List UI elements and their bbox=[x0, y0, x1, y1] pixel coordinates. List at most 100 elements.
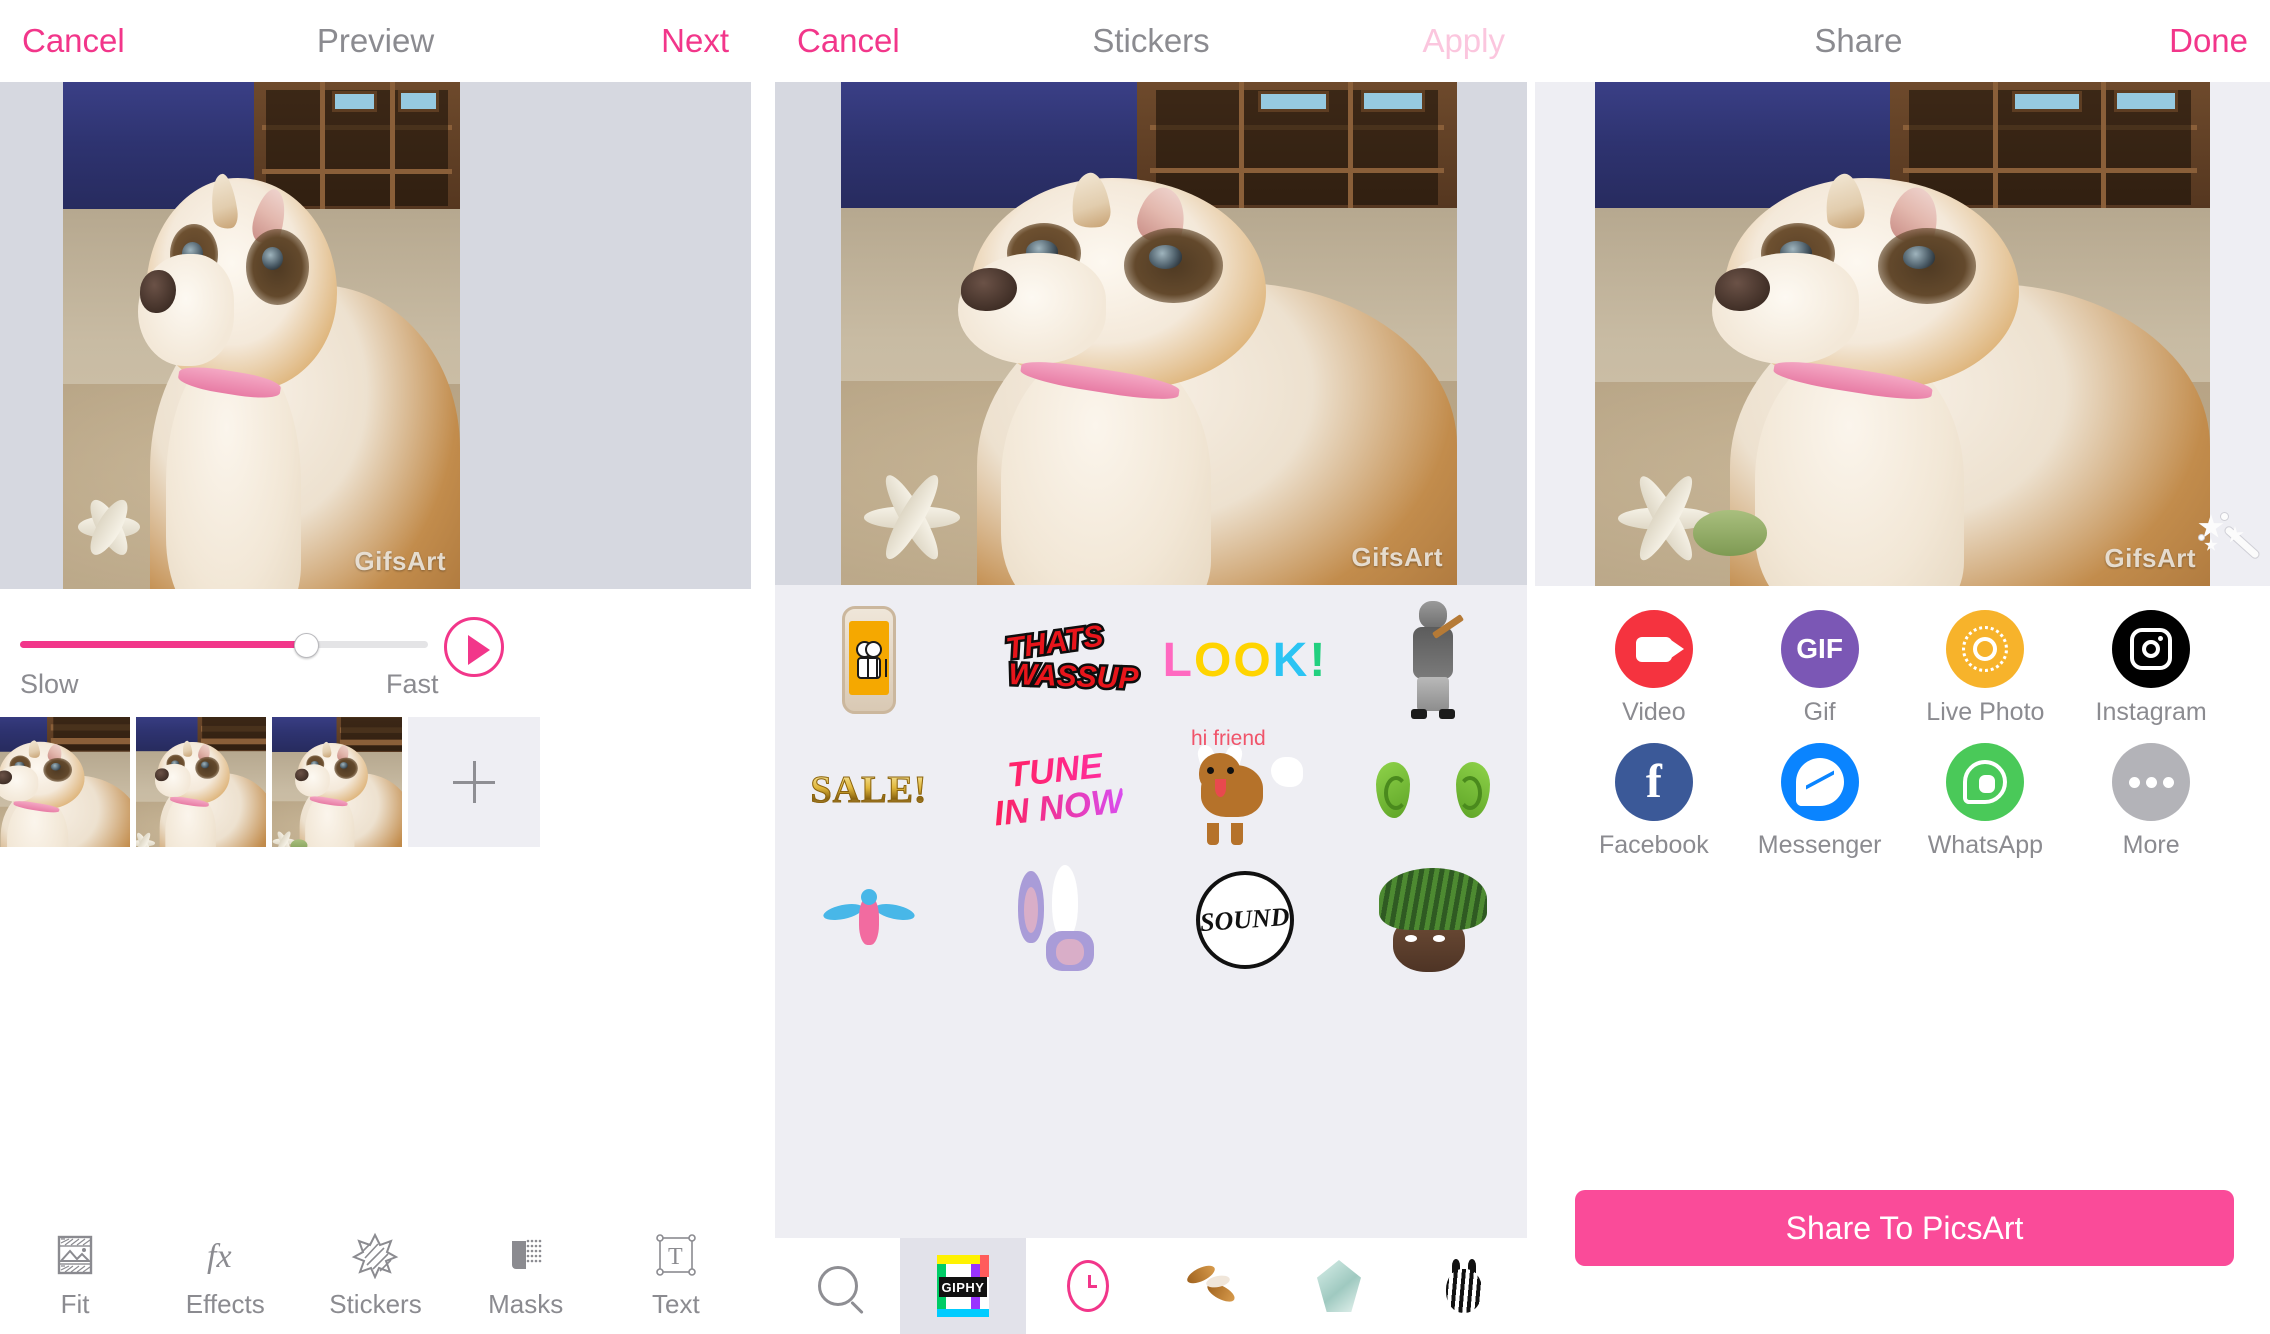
preview-panel: Cancel Preview Next GifsArt Slow Fast Fi… bbox=[0, 0, 751, 1334]
slider-fill bbox=[20, 641, 306, 648]
next-button[interactable]: Next bbox=[661, 22, 729, 60]
apply-button[interactable]: Apply bbox=[1422, 22, 1505, 60]
stickers-image[interactable]: GifsArt bbox=[841, 82, 1457, 585]
share-live-photo[interactable]: Live Photo bbox=[1903, 610, 2069, 727]
frame-thumbnail[interactable] bbox=[0, 717, 130, 847]
clock-icon bbox=[1067, 1260, 1110, 1312]
page-title: Preview bbox=[316, 22, 435, 59]
text-icon: T bbox=[652, 1231, 700, 1279]
fit-icon bbox=[51, 1231, 99, 1279]
done-button[interactable]: Done bbox=[2169, 22, 2248, 60]
stickers-stage: GifsArt bbox=[775, 82, 1527, 585]
share-instagram[interactable]: Instagram bbox=[2068, 610, 2234, 727]
stickers-icon bbox=[351, 1231, 399, 1279]
hi-friend-dog-sticker[interactable]: hi friend bbox=[1151, 725, 1339, 855]
search-tab[interactable] bbox=[775, 1238, 900, 1334]
slider-thumb[interactable] bbox=[293, 633, 319, 658]
share-label: Live Photo bbox=[1926, 698, 2045, 726]
giphy-tab[interactable]: GIPHY bbox=[900, 1238, 1026, 1334]
slow-label: Slow bbox=[20, 669, 79, 699]
look-sticker[interactable]: LOOK! bbox=[1151, 595, 1339, 725]
frame-thumbnail[interactable] bbox=[272, 717, 402, 847]
share-panel: Share Done GifsArt Video GIF Gif Live Ph… bbox=[1535, 0, 2270, 1334]
crystal-icon bbox=[1316, 1260, 1361, 1312]
sticker-browser[interactable]: THATS WASSUP LOOK! SALE! TUNE IN NOW hi … bbox=[775, 585, 1527, 1238]
hawk-icon bbox=[1184, 1262, 1242, 1310]
page-title: Stickers bbox=[1092, 22, 1210, 59]
crystal-tab[interactable] bbox=[1276, 1238, 1401, 1334]
thats-wassup-sticker[interactable]: THATS WASSUP bbox=[963, 595, 1151, 725]
share-whatsapp[interactable]: WhatsApp bbox=[1903, 743, 2069, 860]
tool-label: Text bbox=[652, 1288, 700, 1319]
share-stage: GifsArt bbox=[1535, 82, 2270, 586]
sticker-text: SOUND bbox=[1199, 901, 1291, 938]
share-label: Video bbox=[1622, 698, 1686, 726]
zebra-tab[interactable] bbox=[1402, 1238, 1527, 1334]
tool-effects[interactable]: fx Effects bbox=[161, 1231, 289, 1320]
preview-image[interactable]: GifsArt bbox=[63, 82, 460, 589]
panel-divider bbox=[1527, 0, 1535, 1334]
tool-text[interactable]: T Text bbox=[612, 1231, 740, 1320]
share-to-picsart-button[interactable]: Share To PicsArt bbox=[1575, 1190, 2234, 1266]
cancel-button[interactable]: Cancel bbox=[797, 22, 900, 60]
share-label: Instagram bbox=[2095, 698, 2207, 726]
video-icon bbox=[1614, 610, 1693, 688]
cancel-button[interactable]: Cancel bbox=[22, 22, 125, 60]
preview-navbar: Cancel Preview Next bbox=[0, 0, 751, 82]
zebra-icon bbox=[1444, 1259, 1484, 1313]
dog-photo bbox=[841, 82, 1457, 585]
bunny-ears-sticker[interactable] bbox=[963, 855, 1151, 985]
add-frame-button[interactable] bbox=[408, 717, 540, 847]
share-messenger[interactable]: Messenger bbox=[1737, 743, 1903, 860]
page-title: Share bbox=[1814, 22, 1903, 59]
sound-circle-sticker[interactable]: SOUND bbox=[1151, 855, 1339, 985]
instagram-icon bbox=[2112, 610, 2191, 688]
share-image[interactable]: GifsArt bbox=[1595, 82, 2210, 586]
recent-tab[interactable] bbox=[1026, 1238, 1151, 1334]
preview-stage: GifsArt bbox=[0, 82, 751, 589]
frame-thumbnail[interactable] bbox=[136, 717, 266, 847]
tune-in-now-sticker[interactable]: TUNE IN NOW bbox=[963, 725, 1151, 855]
tool-label: Fit bbox=[60, 1288, 90, 1319]
tool-fit[interactable]: Fit bbox=[11, 1231, 139, 1320]
share-label: More bbox=[2122, 831, 2180, 859]
share-targets-area: Video GIF Gif Live Photo Instagram f Fac… bbox=[1535, 586, 2270, 1334]
guitar-player-sticker[interactable] bbox=[1339, 595, 1527, 725]
tool-masks[interactable]: Masks bbox=[462, 1231, 590, 1320]
fast-label: Fast bbox=[386, 669, 439, 699]
stickers-navbar: Cancel Stickers Apply bbox=[775, 0, 1527, 82]
tool-label: Masks bbox=[488, 1288, 564, 1319]
magic-wand-icon[interactable] bbox=[2198, 512, 2264, 578]
share-more[interactable]: More bbox=[2068, 743, 2234, 860]
app-screen: Cancel Preview Next GifsArt Slow Fast Fi… bbox=[0, 0, 2270, 1334]
messenger-icon bbox=[1780, 743, 1859, 821]
more-icon bbox=[2112, 743, 2191, 821]
share-gif[interactable]: GIF Gif bbox=[1737, 610, 1903, 727]
share-grid: Video GIF Gif Live Photo Instagram f Fac… bbox=[1535, 586, 2270, 860]
hawk-tab[interactable] bbox=[1151, 1238, 1276, 1334]
play-button[interactable] bbox=[444, 617, 504, 677]
gif-icon: GIF bbox=[1780, 610, 1859, 688]
share-label: Gif bbox=[1803, 698, 1836, 726]
smiley-phone-sticker[interactable] bbox=[775, 595, 963, 725]
speed-slider[interactable] bbox=[20, 633, 428, 658]
blue-bird-sticker[interactable] bbox=[775, 855, 963, 985]
whatsapp-icon bbox=[1946, 743, 2025, 821]
facebook-text: f bbox=[1645, 755, 1662, 809]
panel-divider bbox=[751, 0, 775, 1334]
search-icon bbox=[817, 1266, 858, 1306]
sticker-text: WASSUP bbox=[1005, 656, 1141, 699]
share-video[interactable]: Video bbox=[1571, 610, 1737, 727]
sale-sticker[interactable]: SALE! bbox=[775, 725, 963, 855]
svg-text:fx: fx bbox=[207, 1238, 232, 1275]
share-facebook[interactable]: f Facebook bbox=[1571, 743, 1737, 860]
live-photo-icon bbox=[1946, 610, 2025, 688]
green-ears-sticker[interactable] bbox=[1339, 725, 1527, 855]
tool-stickers[interactable]: Stickers bbox=[311, 1231, 439, 1320]
dog-photo bbox=[63, 82, 460, 589]
watermark: GifsArt bbox=[2104, 543, 2196, 573]
frame-strip[interactable] bbox=[0, 717, 751, 847]
sticker-tab-bar: GIPHY bbox=[775, 1238, 1527, 1334]
gif-text: GIF bbox=[1796, 633, 1843, 664]
green-hair-sticker[interactable] bbox=[1339, 855, 1527, 985]
